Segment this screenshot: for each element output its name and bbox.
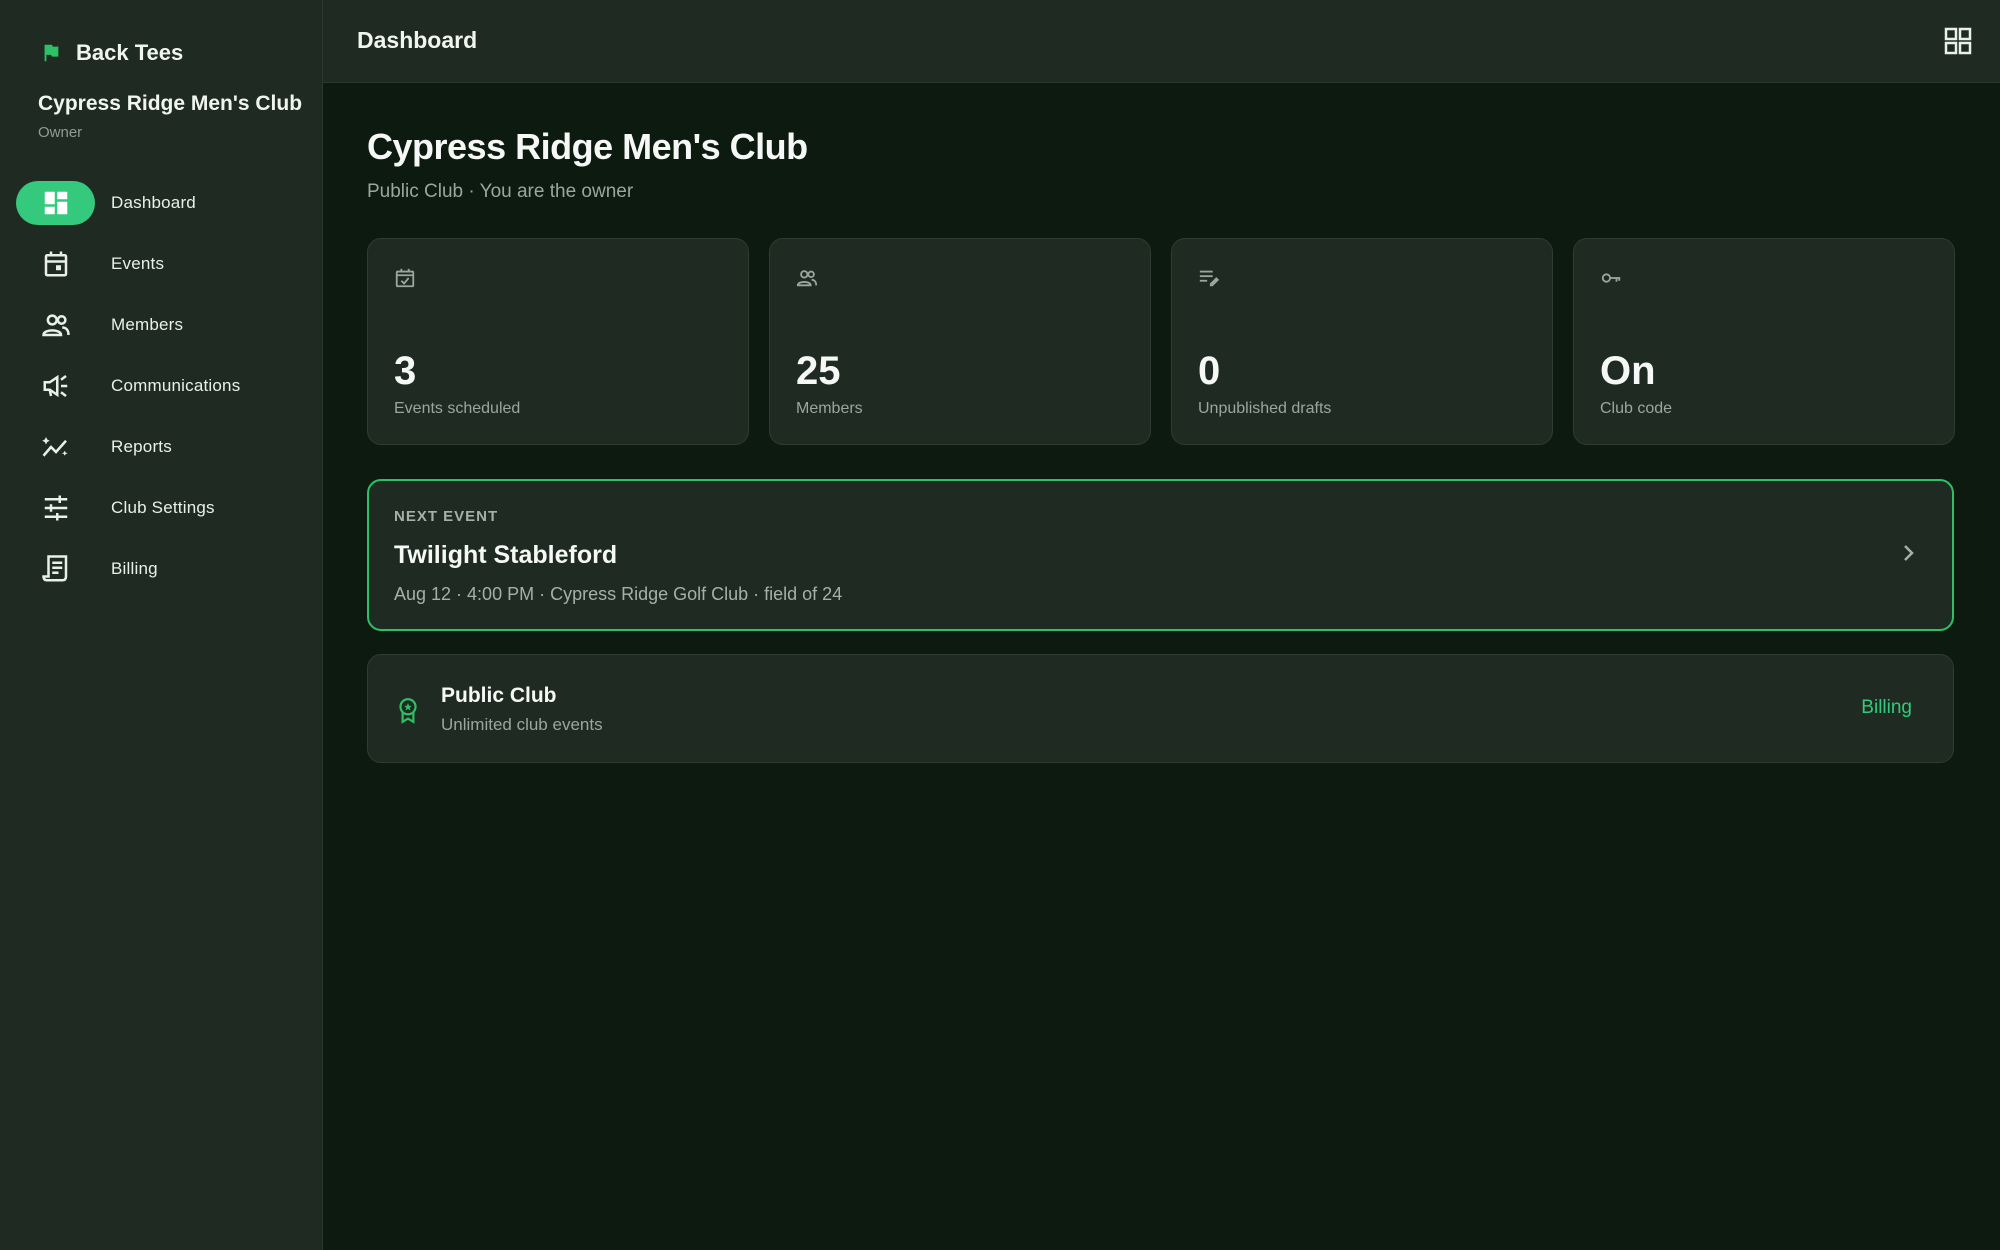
sidebar-item-events[interactable]: Events [0, 242, 323, 303]
app-shell: Back Tees Cypress Ridge Men's Club Owner… [0, 0, 2000, 1250]
stat-card-members[interactable]: 25 Members [769, 238, 1151, 445]
brand-name: Back Tees [76, 40, 184, 65]
sidebar: Back Tees Cypress Ridge Men's Club Owner… [0, 0, 323, 1250]
receipt-icon [41, 555, 67, 582]
billing-link[interactable]: Billing [1861, 697, 1912, 719]
stat-value: On [1600, 349, 1656, 393]
dashboard-icon [44, 191, 67, 215]
people-icon [796, 270, 818, 287]
apps-grid-icon [1944, 27, 1972, 55]
sidebar-item-reports[interactable]: Reports [0, 425, 323, 486]
club-name: Cypress Ridge Men's Club [38, 92, 303, 115]
sidebar-item-communications[interactable]: Communications [0, 364, 323, 425]
apps-grid-button[interactable] [1942, 25, 1974, 57]
club-role: Owner [38, 124, 83, 141]
calendar-icon [44, 251, 67, 277]
stat-value: 0 [1198, 349, 1221, 393]
sidebar-item-label: Members [111, 315, 184, 334]
topbar-title: Dashboard [357, 27, 478, 53]
award-icon [399, 698, 417, 724]
plan-description: Unlimited club events [441, 715, 603, 734]
stats-row: 3 Events scheduled 25 Members 0 Unpublis… [367, 238, 1955, 445]
next-event-meta: Aug 12 · 4:00 PM · Cypress Ridge Golf Cl… [394, 584, 843, 604]
main-content: Dashboard Cypress Ridge Men's Club Publi… [323, 0, 2000, 1250]
next-event-kicker: NEXT EVENT [394, 508, 499, 525]
stat-value: 3 [394, 349, 417, 393]
next-event-title: Twilight Stableford [394, 541, 618, 569]
top-bar: Dashboard [323, 0, 2000, 83]
tune-icon [44, 495, 67, 521]
stat-card-events[interactable]: 3 Events scheduled [367, 238, 749, 445]
trending-icon [41, 437, 68, 457]
sidebar-item-billing[interactable]: Billing [0, 547, 323, 608]
sidebar-item-members[interactable]: Members [0, 303, 323, 364]
event-check-icon [395, 268, 415, 288]
sidebar-item-label: Reports [111, 437, 172, 456]
sidebar-item-label: Club Settings [111, 498, 215, 517]
flag-icon [44, 44, 59, 62]
chevron-right-icon [1904, 545, 1914, 561]
edit-note-icon [1199, 270, 1220, 287]
plan-card: Public Club Unlimited club events Billin… [367, 654, 1954, 763]
stat-label: Members [796, 400, 863, 417]
stat-card-club-code[interactable]: On Club code [1573, 238, 1955, 445]
sidebar-item-label: Communications [111, 376, 241, 395]
stat-label: Unpublished drafts [1198, 400, 1332, 417]
sidebar-item-label: Events [111, 254, 165, 273]
sidebar-item-label: Dashboard [111, 193, 196, 212]
plan-name: Public Club [441, 684, 557, 707]
page-title: Cypress Ridge Men's Club [367, 126, 808, 167]
brand[interactable]: Back Tees [40, 40, 183, 66]
stat-card-drafts[interactable]: 0 Unpublished drafts [1171, 238, 1553, 445]
page-subtitle: Public Club · You are the owner [367, 181, 634, 202]
next-event-card[interactable]: NEXT EVENT Twilight Stableford Aug 12 · … [367, 479, 1954, 631]
stat-label: Club code [1600, 400, 1673, 417]
sidebar-item-club-settings[interactable]: Club Settings [0, 486, 323, 547]
key-icon [1601, 273, 1621, 283]
sidebar-item-dashboard[interactable]: Dashboard [0, 181, 323, 242]
megaphone-icon [43, 374, 67, 398]
stat-label: Events scheduled [394, 400, 521, 417]
people-icon [41, 314, 70, 337]
stat-value: 25 [796, 349, 841, 393]
sidebar-nav: Dashboard Events Members Communications … [0, 181, 323, 608]
sidebar-item-label: Billing [111, 559, 158, 578]
